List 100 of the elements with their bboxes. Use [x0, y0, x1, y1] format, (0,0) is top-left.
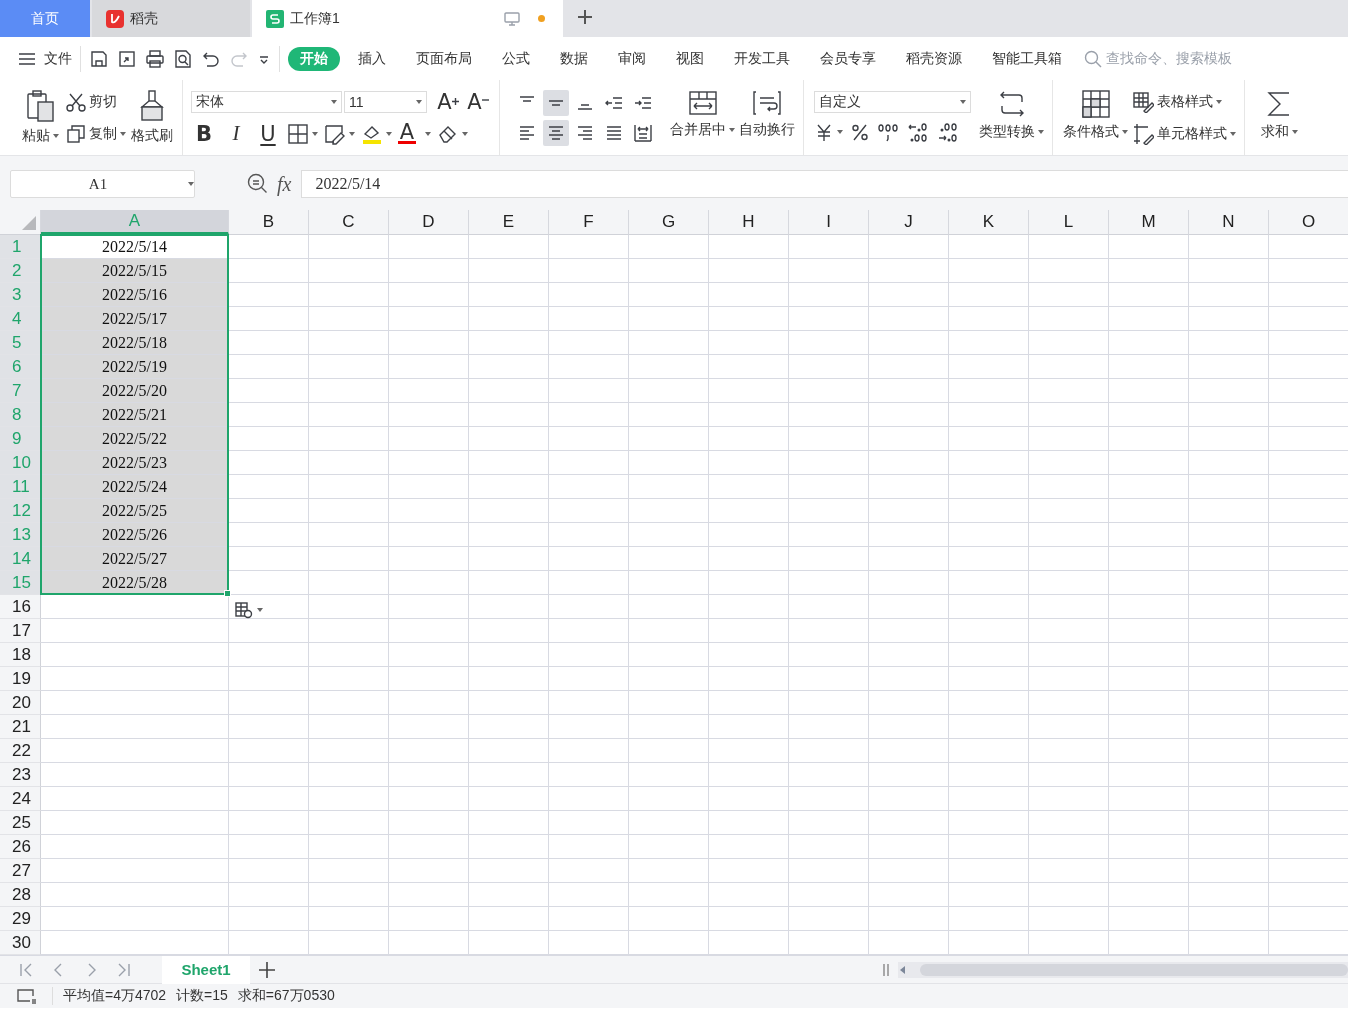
- scroll-left-icon: [898, 964, 908, 975]
- ribbon-tab[interactable]: 视图: [664, 46, 716, 71]
- thousands-button[interactable]: [877, 121, 899, 142]
- split-handle-icon[interactable]: [882, 961, 890, 978]
- print-icon[interactable]: [145, 48, 165, 69]
- paste-button[interactable]: 粘贴: [18, 84, 62, 151]
- increase-decimal-button[interactable]: [907, 120, 929, 143]
- ribbon-tab[interactable]: 审阅: [606, 46, 658, 71]
- document-tab[interactable]: 工作簿1: [252, 0, 563, 37]
- ribbon-tab[interactable]: 稻壳资源: [894, 46, 974, 71]
- status-text: 计数=15: [176, 987, 228, 1005]
- wrap-text-button[interactable]: 自动换行: [739, 84, 795, 151]
- wrap-text-icon: [752, 88, 782, 117]
- caret-icon: [1216, 99, 1222, 104]
- print-preview-icon[interactable]: [173, 48, 193, 69]
- row-header[interactable]: 26: [0, 835, 41, 859]
- ribbon-tab[interactable]: 会员专享: [808, 46, 888, 71]
- column-header[interactable]: G: [629, 210, 709, 235]
- align-center-button[interactable]: [543, 119, 569, 146]
- decrease-decimal-button[interactable]: [937, 120, 959, 143]
- row-header[interactable]: 27: [0, 859, 41, 883]
- table-cell: 2022/5/20: [41, 379, 229, 403]
- name-box[interactable]: A1: [10, 170, 195, 198]
- merge-center-button[interactable]: 合并居中: [670, 84, 735, 151]
- left-align-icon: [519, 125, 535, 140]
- copy-button[interactable]: 复制: [66, 120, 126, 147]
- column-header[interactable]: C: [309, 210, 389, 235]
- column-header[interactable]: N: [1189, 210, 1269, 235]
- sum-button[interactable]: 求和: [1257, 84, 1301, 151]
- cut-button[interactable]: 剪切: [66, 88, 126, 115]
- ribbon-tab[interactable]: 数据: [548, 46, 600, 71]
- cell-style-button[interactable]: 单元格样式: [1132, 120, 1236, 147]
- row-header[interactable]: 19: [0, 667, 41, 691]
- row-header[interactable]: 29: [0, 907, 41, 931]
- zoom-icon[interactable]: [247, 173, 269, 195]
- row-header[interactable]: 22: [0, 739, 41, 763]
- column-header[interactable]: K: [949, 210, 1029, 235]
- column-header[interactable]: D: [389, 210, 469, 235]
- column-header[interactable]: I: [789, 210, 869, 235]
- ribbon-tab[interactable]: 页面布局: [404, 46, 484, 71]
- column-header[interactable]: M: [1109, 210, 1189, 235]
- fill-handle[interactable]: [224, 590, 231, 597]
- table-style-button[interactable]: 表格样式: [1132, 88, 1236, 115]
- column-header[interactable]: B: [229, 210, 309, 235]
- caret-icon: [1230, 131, 1236, 136]
- row-header[interactable]: 28: [0, 883, 41, 907]
- row-header[interactable]: 17: [0, 619, 41, 643]
- table-cell: 2022/5/28: [41, 571, 229, 595]
- conditional-format-button[interactable]: 条件格式: [1063, 84, 1128, 151]
- search-icon: [1084, 49, 1102, 68]
- row-header[interactable]: 30: [0, 931, 41, 955]
- file-menu[interactable]: 文件: [18, 49, 72, 68]
- paste-options-button[interactable]: [234, 601, 263, 619]
- ribbon-tab[interactable]: 公式: [490, 46, 542, 71]
- grow-font-button[interactable]: A: [435, 89, 461, 114]
- add-sheet-button[interactable]: [258, 960, 276, 979]
- font-color-button[interactable]: A: [398, 123, 416, 144]
- ribbon-tab[interactable]: 插入: [346, 46, 398, 71]
- column-header[interactable]: L: [1029, 210, 1109, 235]
- table-cell: 2022/5/16: [41, 283, 229, 307]
- column-header[interactable]: E: [469, 210, 549, 235]
- caret-icon: [120, 131, 126, 136]
- cell-brush-icon: [1132, 122, 1154, 145]
- align-middle-button[interactable]: [543, 89, 569, 116]
- bold-button[interactable]: B: [191, 121, 217, 146]
- borders-button[interactable]: [287, 122, 318, 145]
- horizontal-scrollbar[interactable]: [898, 961, 1348, 978]
- column-header[interactable]: J: [869, 210, 949, 235]
- row-header[interactable]: 20: [0, 691, 41, 715]
- row-header[interactable]: 18: [0, 643, 41, 667]
- font-select[interactable]: 宋体: [191, 90, 342, 113]
- number-format-select[interactable]: 自定义: [814, 90, 971, 113]
- row-header[interactable]: 25: [0, 811, 41, 835]
- column-header[interactable]: F: [549, 210, 629, 235]
- document-tab[interactable]: 稻壳: [92, 0, 250, 37]
- row-header[interactable]: 23: [0, 763, 41, 787]
- formula-field[interactable]: 2022/5/14: [301, 170, 1348, 198]
- grid-icon: [287, 122, 309, 145]
- row-header[interactable]: 21: [0, 715, 41, 739]
- ribbon-tab[interactable]: 开发工具: [722, 46, 802, 71]
- column-header[interactable]: H: [709, 210, 789, 235]
- caret-icon: [462, 131, 468, 136]
- function-label[interactable]: fx: [277, 172, 292, 196]
- format-painter-button[interactable]: 格式刷: [130, 84, 174, 151]
- row-header[interactable]: 24: [0, 787, 41, 811]
- type-convert-button[interactable]: 类型转换: [979, 84, 1044, 151]
- underline-button[interactable]: U: [255, 121, 281, 146]
- italic-button[interactable]: I: [223, 121, 249, 146]
- font-size-select[interactable]: 11: [344, 90, 427, 113]
- save-icon[interactable]: [89, 48, 109, 69]
- cell-format-button[interactable]: [324, 122, 355, 145]
- column-header[interactable]: O: [1269, 210, 1348, 235]
- shrink-font-button[interactable]: A: [465, 89, 491, 114]
- screen-mode-icon[interactable]: [16, 987, 38, 1005]
- export-icon[interactable]: [117, 48, 137, 69]
- right-align-icon: [577, 125, 593, 140]
- table-cell: 2022/5/23: [41, 451, 229, 475]
- ribbon-tab[interactable]: 智能工具箱: [980, 46, 1074, 71]
- status-text: 求和=67万0530: [237, 987, 335, 1005]
- row-header[interactable]: 16: [0, 595, 41, 619]
